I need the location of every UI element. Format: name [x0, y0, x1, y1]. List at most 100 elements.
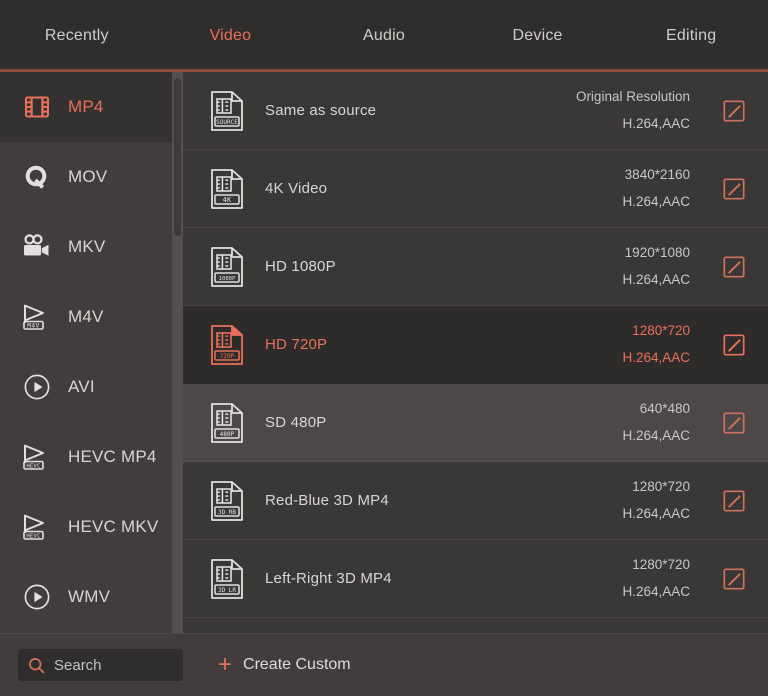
- tab-label: Recently: [45, 27, 109, 45]
- preset-name: Left-Right 3D MP4: [265, 570, 622, 587]
- file-video-4k-icon: 4K: [205, 168, 249, 210]
- sidebar-item-hevc-mp4[interactable]: HEVC HEVC MP4: [0, 422, 183, 492]
- tab-recently[interactable]: Recently: [0, 0, 154, 72]
- preset-name: HD 720P: [265, 336, 622, 353]
- tab-label: Editing: [666, 27, 716, 45]
- tab-editing[interactable]: Editing: [614, 0, 768, 72]
- preset-codec: H.264,AAC: [622, 423, 690, 449]
- file-icon-label: 720P: [220, 352, 235, 359]
- tab-label: Audio: [363, 27, 405, 45]
- sidebar-item-mp4[interactable]: MP4: [0, 72, 183, 142]
- edit-pencil-icon[interactable]: [712, 490, 756, 512]
- plus-icon: +: [218, 653, 232, 677]
- sidebar-item-label: WMV: [68, 587, 110, 607]
- sidebar-item-wmv[interactable]: WMV: [0, 562, 183, 632]
- file-icon-label: SOURCE: [216, 118, 238, 125]
- play-circle-icon: [18, 583, 56, 611]
- search-input[interactable]: Search: [18, 649, 183, 681]
- flag-hevc-icon: HEVC: [18, 443, 56, 471]
- preset-resolution: 640*480: [622, 396, 690, 422]
- play-circle-icon: [18, 373, 56, 401]
- flag-m4v-icon: M4V: [18, 303, 56, 331]
- sidebar-item-label: HEVC MKV: [68, 517, 158, 537]
- sidebar-item-m4v[interactable]: M4V M4V: [0, 282, 183, 352]
- tab-device[interactable]: Device: [461, 0, 615, 72]
- sidebar-item-mov[interactable]: MOV: [0, 142, 183, 212]
- edit-pencil-icon[interactable]: [712, 334, 756, 356]
- preset-name: SD 480P: [265, 414, 622, 431]
- preset-resolution: 1280*720: [622, 318, 690, 344]
- preset-meta: Original Resolution H.264,AAC: [576, 84, 690, 137]
- preset-codec: H.264,AAC: [622, 579, 690, 605]
- tab-audio[interactable]: Audio: [307, 0, 461, 72]
- file-icon-label: 1080P: [219, 275, 236, 281]
- search-placeholder: Search: [54, 657, 102, 674]
- preset-row-red-blue-3d-mp4[interactable]: 3D RB Red-Blue 3D MP4 1280*720 H.264,AAC: [183, 462, 768, 540]
- preset-name: HD 1080P: [265, 258, 622, 275]
- picker-body: MP4 MOV: [0, 72, 768, 633]
- format-list: MP4 MOV: [0, 72, 183, 632]
- file-icon-label: 4K: [223, 195, 232, 203]
- preset-list: SOURCE Same as source Original Resolutio…: [183, 72, 768, 633]
- preset-name: Red-Blue 3D MP4: [265, 492, 622, 509]
- tab-label: Device: [513, 27, 563, 45]
- preset-meta: 1280*720 H.264,AAC: [622, 552, 690, 605]
- preset-codec: H.264,AAC: [622, 267, 690, 293]
- svg-text:HEVC: HEVC: [26, 533, 40, 539]
- preset-row-hd-1080p[interactable]: 1080P HD 1080P 1920*1080 H.264,AAC: [183, 228, 768, 306]
- edit-pencil-icon[interactable]: [712, 178, 756, 200]
- movie-camera-icon: [18, 234, 56, 260]
- preset-codec: H.264,AAC: [622, 345, 690, 371]
- preset-meta: 1280*720 H.264,AAC: [622, 474, 690, 527]
- sidebar-item-label: AVI: [68, 377, 95, 397]
- preset-row-4k-video[interactable]: 4K 4K Video 3840*2160 H.264,AAC: [183, 150, 768, 228]
- preset-row-left-right-3d-mp4[interactable]: 3D LR Left-Right 3D MP4 1280*720 H.264,A…: [183, 540, 768, 618]
- edit-pencil-icon[interactable]: [712, 256, 756, 278]
- preset-meta: 1280*720 H.264,AAC: [622, 318, 690, 371]
- file-icon-label: 480P: [220, 430, 235, 437]
- sidebar-item-label: MOV: [68, 167, 107, 187]
- sidebar-item-hevc-mkv[interactable]: HEVC HEVC MKV: [0, 492, 183, 562]
- file-video-1080p-icon: 1080P: [205, 246, 249, 288]
- edit-pencil-icon[interactable]: [712, 412, 756, 434]
- file-video-source-icon: SOURCE: [205, 90, 249, 132]
- preset-name: Same as source: [265, 102, 576, 119]
- category-tab-bar: Recently Video Audio Device Editing: [0, 0, 768, 72]
- preset-resolution: 1280*720: [622, 552, 690, 578]
- preset-meta: 1920*1080 H.264,AAC: [622, 240, 690, 293]
- sidebar-item-avi[interactable]: AVI: [0, 352, 183, 422]
- preset-resolution: 1920*1080: [622, 240, 690, 266]
- edit-pencil-icon[interactable]: [712, 100, 756, 122]
- search-icon: [28, 657, 45, 674]
- format-picker-window: Recently Video Audio Device Editing: [0, 0, 768, 696]
- edit-pencil-icon[interactable]: [712, 568, 756, 590]
- sidebar-item-label: HEVC MP4: [68, 447, 157, 467]
- sidebar-item-mkv[interactable]: MKV: [0, 212, 183, 282]
- tab-video[interactable]: Video: [154, 0, 308, 72]
- sidebar-scrollbar-thumb[interactable]: [174, 78, 181, 236]
- sidebar-item-label: MP4: [68, 97, 104, 117]
- file-video-720p-icon: 720P: [205, 324, 249, 366]
- tab-label: Video: [210, 27, 252, 45]
- sidebar-scrollbar[interactable]: [172, 72, 183, 633]
- create-custom-label: Create Custom: [243, 656, 351, 674]
- file-video-3d-rb-icon: 3D RB: [205, 480, 249, 522]
- format-sidebar: MP4 MOV: [0, 72, 183, 633]
- flag-hevc-icon: HEVC: [18, 513, 56, 541]
- create-custom-button[interactable]: + Create Custom: [218, 653, 351, 677]
- preset-row-same-as-source[interactable]: SOURCE Same as source Original Resolutio…: [183, 72, 768, 150]
- file-icon-label: 3D RB: [218, 508, 236, 515]
- quicktime-q-icon: [18, 163, 56, 191]
- preset-resolution: 3840*2160: [622, 162, 690, 188]
- file-video-3d-lr-icon: 3D LR: [205, 558, 249, 600]
- preset-meta: 640*480 H.264,AAC: [622, 396, 690, 449]
- preset-name: 4K Video: [265, 180, 622, 197]
- preset-row-hd-720p[interactable]: 720P HD 720P 1280*720 H.264,AAC: [183, 306, 768, 384]
- footer-bar: Search + Create Custom: [0, 633, 768, 696]
- preset-meta: 3840*2160 H.264,AAC: [622, 162, 690, 215]
- preset-codec: H.264,AAC: [576, 111, 690, 137]
- preset-row-sd-480p[interactable]: 480P SD 480P 640*480 H.264,AAC: [183, 384, 768, 462]
- film-strip-icon: [18, 95, 56, 119]
- file-video-480p-icon: 480P: [205, 402, 249, 444]
- preset-codec: H.264,AAC: [622, 189, 690, 215]
